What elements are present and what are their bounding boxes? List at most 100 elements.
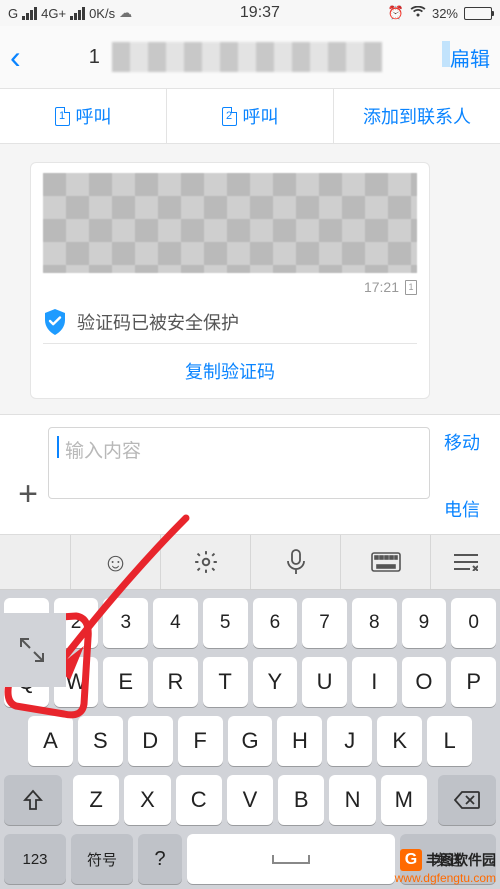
watermark-url: www.dgfengtu.com	[395, 871, 496, 885]
send-telecom-button[interactable]: 电信	[444, 496, 480, 522]
keyboard: 1234567890 QWERTYUIOP ASDFGHJKL ZXCVBNM …	[0, 590, 500, 889]
sim2-icon: 2	[222, 107, 237, 126]
network-type: 4G+	[41, 6, 66, 21]
key-h[interactable]: H	[277, 716, 322, 766]
key-l[interactable]: L	[427, 716, 472, 766]
call-sim1-button[interactable]: 1 呼叫	[0, 89, 166, 143]
status-right: ⏰ 32%	[388, 5, 492, 21]
numbers-key[interactable]: 123	[4, 834, 66, 884]
message-bubble[interactable]: 17:21 1 验证码已被安全保护 复制验证码	[30, 162, 430, 399]
key-t[interactable]: T	[203, 657, 248, 707]
keyboard-switch-button[interactable]	[340, 535, 430, 589]
keyboard-toolbar: ☺	[0, 534, 500, 590]
shift-key[interactable]	[4, 775, 62, 825]
carrier-label: G	[8, 6, 18, 21]
key-z[interactable]: Z	[73, 775, 119, 825]
symbols-key[interactable]: 符号	[71, 834, 133, 884]
key-d[interactable]: D	[128, 716, 173, 766]
key-0[interactable]: 0	[451, 598, 496, 648]
key-x[interactable]: X	[124, 775, 170, 825]
key-3[interactable]: 3	[103, 598, 148, 648]
code-protected-row: 验证码已被安全保护	[43, 301, 417, 343]
key-p[interactable]: P	[451, 657, 496, 707]
watermark-logo: G	[400, 849, 422, 871]
call-sim2-button[interactable]: 2 呼叫	[166, 89, 333, 143]
battery-pct: 32%	[432, 6, 458, 21]
net-speed: 0K/s	[89, 6, 115, 21]
key-i[interactable]: I	[352, 657, 397, 707]
key-v[interactable]: V	[227, 775, 273, 825]
key-m[interactable]: M	[381, 775, 427, 825]
message-time: 17:21	[364, 279, 399, 295]
key-4[interactable]: 4	[153, 598, 198, 648]
alarm-icon: ⏰	[388, 5, 404, 21]
letter-row-3: ZXCVBNM	[4, 775, 496, 825]
key-f[interactable]: F	[178, 716, 223, 766]
letter-row-1: QWERTYUIOP	[4, 657, 496, 707]
key-8[interactable]: 8	[352, 598, 397, 648]
settings-button[interactable]	[160, 535, 250, 589]
placeholder-text: 输入内容	[65, 441, 141, 462]
key-k[interactable]: K	[377, 716, 422, 766]
key-e[interactable]: E	[103, 657, 148, 707]
key-n[interactable]: N	[329, 775, 375, 825]
signal-icon	[22, 7, 37, 20]
key-9[interactable]: 9	[402, 598, 447, 648]
chat-header: ‹ 1 扁辑	[0, 26, 500, 88]
redacted-number	[112, 42, 382, 72]
wifi-icon	[410, 6, 426, 21]
key-7[interactable]: 7	[302, 598, 347, 648]
send-mobile-button[interactable]: 移动	[444, 429, 480, 455]
watermark: G 丰图软件园 www.dgfengtu.com	[395, 849, 496, 885]
key-r[interactable]: R	[153, 657, 198, 707]
wechat-icon: ☁	[119, 5, 132, 21]
message-input[interactable]: 输入内容	[48, 427, 430, 499]
attach-button[interactable]: +	[8, 427, 48, 528]
key-6[interactable]: 6	[253, 598, 298, 648]
add-contact-button[interactable]: 添加到联系人	[333, 89, 500, 143]
text-cursor	[57, 436, 59, 458]
question-key[interactable]: ?	[138, 834, 182, 884]
input-bar: + 输入内容 移动 电信	[0, 414, 500, 534]
fullscreen-key[interactable]	[0, 613, 66, 687]
back-button[interactable]: ‹	[10, 39, 21, 76]
edit-button[interactable]: 扁辑	[450, 43, 490, 72]
key-u[interactable]: U	[302, 657, 347, 707]
send-column: 移动 电信	[430, 427, 494, 528]
key-a[interactable]: A	[28, 716, 73, 766]
call2-label: 呼叫	[243, 103, 279, 129]
key-y[interactable]: Y	[253, 657, 298, 707]
voice-button[interactable]	[250, 535, 340, 589]
key-o[interactable]: O	[402, 657, 447, 707]
key-s[interactable]: S	[78, 716, 123, 766]
status-left: G 4G+ 0K/s ☁	[8, 5, 132, 21]
key-j[interactable]: J	[327, 716, 372, 766]
call1-label: 呼叫	[76, 103, 112, 129]
copy-code-button[interactable]: 复制验证码	[43, 343, 417, 398]
message-area: 17:21 1 验证码已被安全保护 复制验证码	[0, 144, 500, 414]
signal-icon-2	[70, 7, 85, 20]
key-g[interactable]: G	[228, 716, 273, 766]
key-c[interactable]: C	[176, 775, 222, 825]
message-meta: 17:21 1	[43, 279, 417, 301]
title-prefix: 1	[89, 46, 100, 69]
protected-label: 验证码已被安全保护	[77, 309, 239, 335]
letter-row-2: ASDFGHJKL	[4, 716, 496, 766]
message-sim-icon: 1	[405, 280, 417, 295]
status-bar: G 4G+ 0K/s ☁ 19:37 ⏰ 32%	[0, 0, 500, 26]
header-title: 1	[21, 42, 450, 72]
space-key[interactable]	[187, 834, 395, 884]
emoji-button[interactable]: ☺	[70, 535, 160, 589]
watermark-brand: 丰图软件园	[426, 850, 496, 870]
backspace-key[interactable]	[438, 775, 496, 825]
key-5[interactable]: 5	[203, 598, 248, 648]
redacted-content	[43, 173, 417, 273]
menu-button[interactable]	[430, 535, 500, 589]
shield-icon	[43, 309, 67, 335]
action-row: 1 呼叫 2 呼叫 添加到联系人	[0, 88, 500, 144]
battery-icon	[464, 7, 492, 20]
key-b[interactable]: B	[278, 775, 324, 825]
sim1-icon: 1	[55, 107, 70, 126]
toolbar-spare[interactable]	[0, 535, 70, 589]
number-row: 1234567890	[4, 598, 496, 648]
